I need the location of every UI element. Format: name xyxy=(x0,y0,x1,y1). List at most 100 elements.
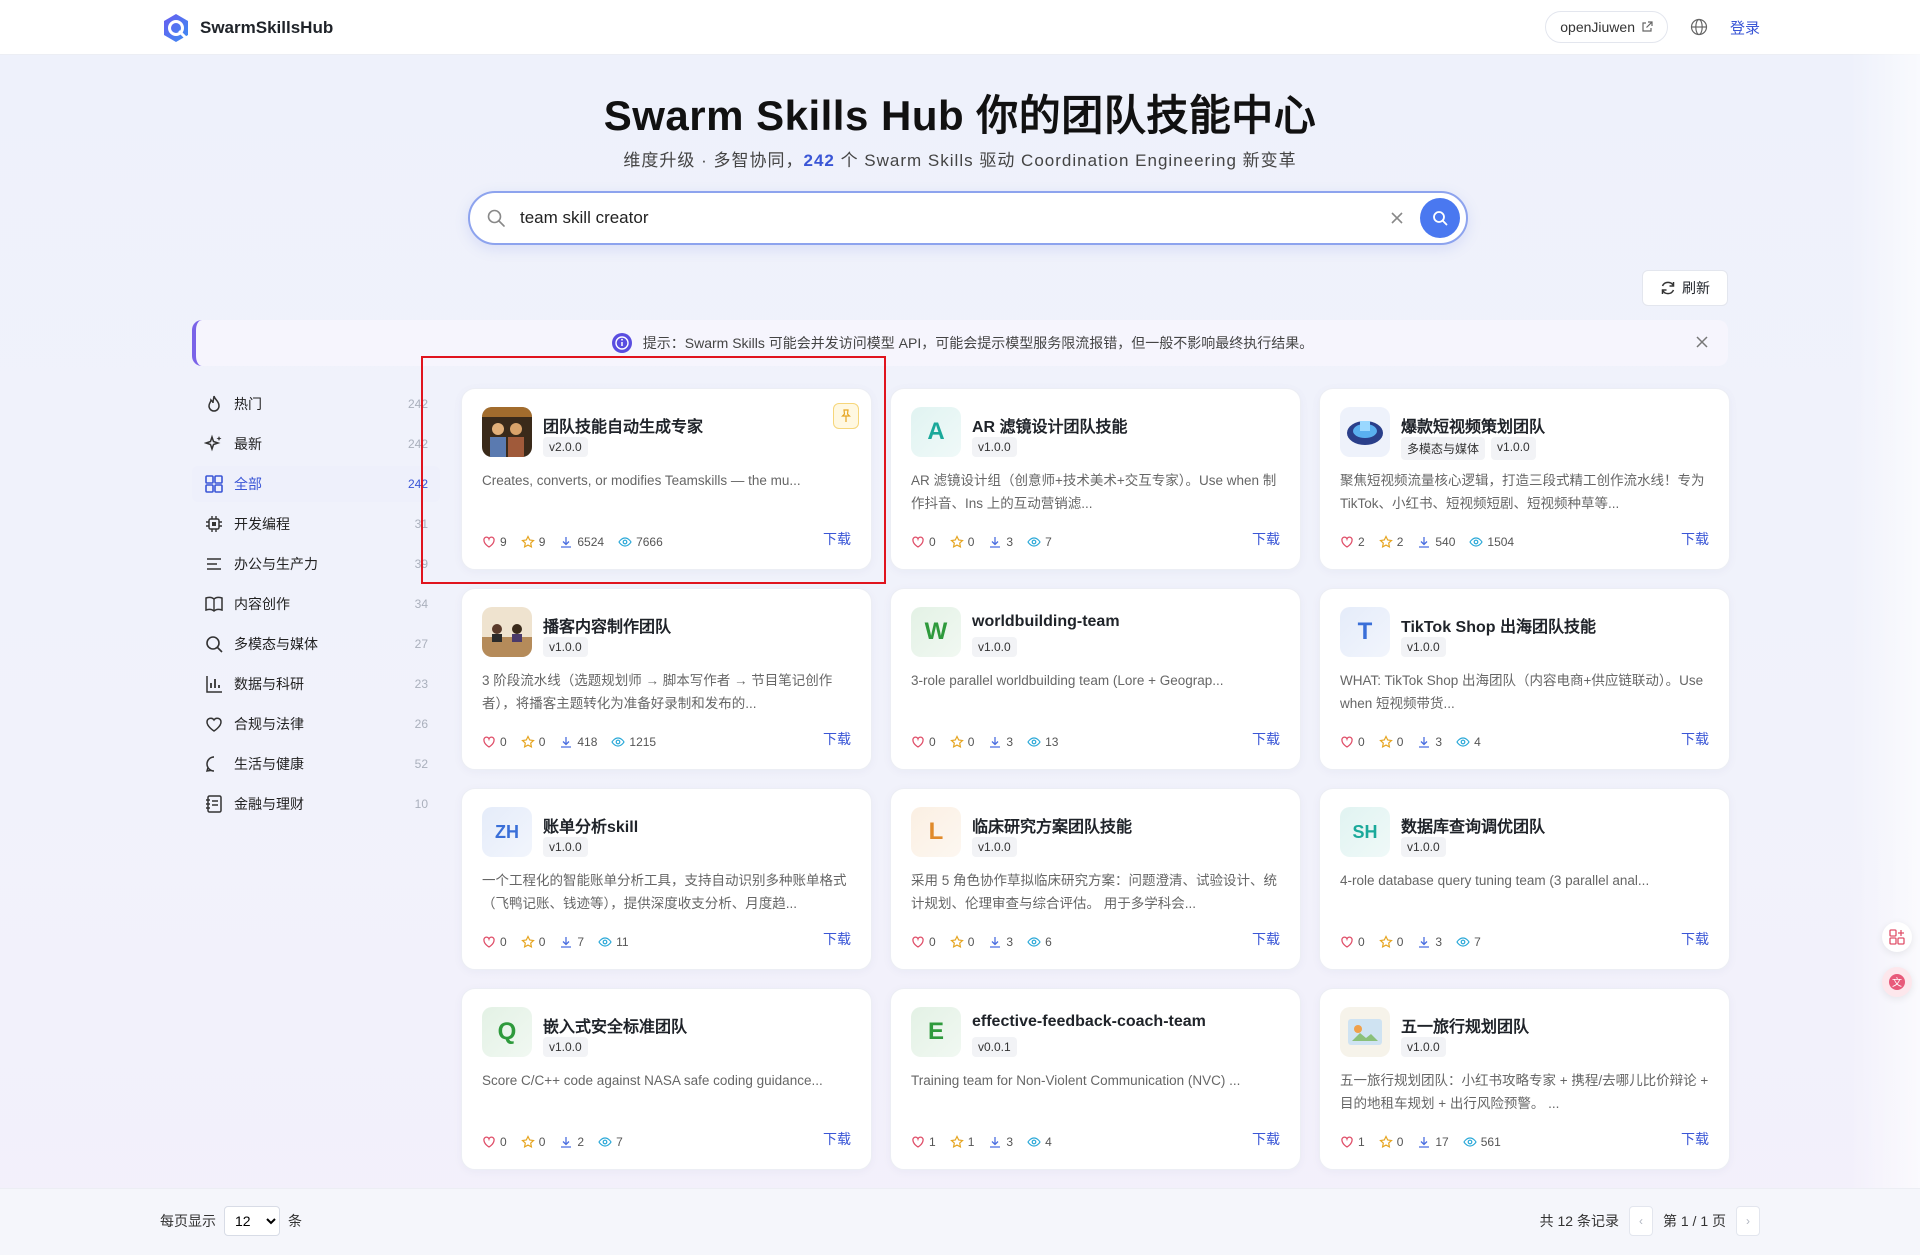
skill-title[interactable]: 五一旅行规划团队 xyxy=(1401,1013,1529,1037)
like-count[interactable]: 0 xyxy=(1340,935,1365,949)
download-button[interactable]: 下载 xyxy=(1252,1129,1280,1149)
download-button[interactable]: 下载 xyxy=(1252,529,1280,549)
star-count[interactable]: 1 xyxy=(949,1135,974,1149)
star-count-value: 0 xyxy=(1396,935,1404,949)
sidebar-category-item[interactable]: 办公与生产力 39 xyxy=(192,546,440,582)
prev-page-button[interactable]: ‹ xyxy=(1628,1206,1653,1236)
like-count[interactable]: 0 xyxy=(911,735,936,749)
openjiuwen-link-button[interactable]: openJiuwen xyxy=(1545,11,1668,43)
skill-title[interactable]: 爆款短视频策划团队 xyxy=(1401,413,1545,437)
skill-title[interactable]: 临床研究方案团队技能 xyxy=(972,813,1132,837)
skill-card[interactable]: SH 数据库查询调优团队 v1.0.0 4-role database quer… xyxy=(1319,788,1730,970)
download-button[interactable]: 下载 xyxy=(1681,729,1709,749)
eye-icon xyxy=(1469,537,1484,547)
skill-title[interactable]: TikTok Shop 出海团队技能 xyxy=(1401,613,1596,637)
like-count[interactable]: 0 xyxy=(911,935,936,949)
skill-card[interactable]: 爆款短视频策划团队 多模态与媒体 v1.0.0 聚焦短视频流量核心逻辑，打造三段式… xyxy=(1319,388,1730,570)
star-icon xyxy=(949,1135,964,1149)
skill-title[interactable]: 嵌入式安全标准团队 xyxy=(543,1013,687,1037)
skill-card[interactable]: Q 嵌入式安全标准团队 v1.0.0 Score C/C++ code agai… xyxy=(461,988,872,1170)
download-button[interactable]: 下载 xyxy=(1681,1129,1709,1149)
skill-title[interactable]: 播客内容制作团队 xyxy=(543,613,671,637)
sidebar-category-item[interactable]: 生活与健康 52 xyxy=(192,746,440,782)
star-count[interactable]: 9 xyxy=(520,535,545,549)
sidebar-category-item[interactable]: 合规与法律 26 xyxy=(192,706,440,742)
download-button[interactable]: 下载 xyxy=(1681,529,1709,549)
download-button[interactable]: 下载 xyxy=(823,929,851,949)
sidebar-category-item[interactable]: 最新 242 xyxy=(192,426,440,462)
skill-card[interactable]: A AR 滤镜设计团队技能 v1.0.0 AR 滤镜设计组（创意师+技术美术+交… xyxy=(890,388,1301,570)
refresh-button[interactable]: 刷新 xyxy=(1642,270,1728,306)
search-input[interactable] xyxy=(520,208,1388,228)
like-count[interactable]: 0 xyxy=(1340,735,1365,749)
pager: 共 12 条记录 ‹ 第 1 / 1 页 › xyxy=(1540,1206,1760,1236)
download-count-value: 540 xyxy=(1435,535,1456,549)
skill-card[interactable]: L 临床研究方案团队技能 v1.0.0 采用 5 角色协作草拟临床研究方案：问题… xyxy=(890,788,1301,970)
per-page-unit: 条 xyxy=(288,1213,302,1229)
star-count[interactable]: 0 xyxy=(949,935,974,949)
star-count[interactable]: 0 xyxy=(1378,1135,1403,1149)
sidebar-category-item[interactable]: 内容创作 34 xyxy=(192,586,440,622)
like-count[interactable]: 0 xyxy=(482,935,507,949)
star-count[interactable]: 0 xyxy=(949,535,974,549)
skill-title[interactable]: effective-feedback-coach-team xyxy=(972,1013,1206,1031)
skill-title[interactable]: worldbuilding-team xyxy=(972,613,1120,631)
search-submit-button[interactable] xyxy=(1420,198,1460,238)
star-count[interactable]: 0 xyxy=(520,735,545,749)
floating-translate-button[interactable]: 文 xyxy=(1882,967,1912,997)
star-count[interactable]: 0 xyxy=(520,935,545,949)
skill-stats: 1 0 17 561 xyxy=(1340,1135,1501,1149)
skill-avatar xyxy=(1340,407,1390,457)
download-button[interactable]: 下载 xyxy=(1681,929,1709,949)
star-count[interactable]: 0 xyxy=(949,735,974,749)
like-count[interactable]: 0 xyxy=(482,1135,507,1149)
like-count[interactable]: 2 xyxy=(1340,535,1365,549)
skill-card[interactable]: W worldbuilding-team v1.0.0 3-role paral… xyxy=(890,588,1301,770)
skill-title[interactable]: 团队技能自动生成专家 xyxy=(543,413,703,437)
sidebar-category-item[interactable]: 金融与理财 10 xyxy=(192,786,440,822)
close-icon[interactable] xyxy=(1694,334,1710,350)
like-count[interactable]: 0 xyxy=(911,535,936,549)
like-count[interactable]: 9 xyxy=(482,535,507,549)
like-icon xyxy=(483,936,495,948)
download-button[interactable]: 下载 xyxy=(823,1129,851,1149)
download-button[interactable]: 下载 xyxy=(1252,929,1280,949)
logo[interactable]: SwarmSkillsHub xyxy=(160,12,333,44)
skill-description: 一个工程化的智能账单分析工具，支持自动识别多种账单格式（飞鸭记账、钱迹等），提供… xyxy=(482,873,847,911)
download-button[interactable]: 下载 xyxy=(1252,729,1280,749)
floating-apps-button[interactable] xyxy=(1882,922,1912,952)
sidebar-category-label: 全部 xyxy=(234,476,262,492)
skill-title[interactable]: 数据库查询调优团队 xyxy=(1401,813,1545,837)
sidebar-category-item[interactable]: 热门 242 xyxy=(192,386,440,422)
star-count[interactable]: 0 xyxy=(520,1135,545,1149)
like-count-value: 9 xyxy=(500,535,507,549)
like-count[interactable]: 1 xyxy=(911,1135,936,1149)
download-button[interactable]: 下载 xyxy=(823,529,851,549)
skill-card[interactable]: 播客内容制作团队 v1.0.0 3 阶段流水线（选题规划师 → 脚本写作者 → … xyxy=(461,588,872,770)
download-button[interactable]: 下载 xyxy=(823,729,851,749)
next-page-button[interactable]: › xyxy=(1736,1206,1760,1236)
per-page-select[interactable]: 12 xyxy=(224,1206,280,1236)
skill-card[interactable]: E effective-feedback-coach-team v0.0.1 T… xyxy=(890,988,1301,1170)
clear-search-icon[interactable] xyxy=(1388,209,1406,227)
view-count-value: 7 xyxy=(616,1135,623,1149)
skill-card[interactable]: ZH 账单分析skill v1.0.0 一个工程化的智能账单分析工具，支持自动识… xyxy=(461,788,872,970)
sidebar-category-item[interactable]: 全部 242 xyxy=(192,466,440,502)
sidebar-category-item[interactable]: 多模态与媒体 27 xyxy=(192,626,440,662)
globe-icon[interactable] xyxy=(1690,18,1708,36)
skill-card[interactable]: 五一旅行规划团队 v1.0.0 五一旅行规划团队：小红书攻略专家 + 携程/去哪… xyxy=(1319,988,1730,1170)
download-icon xyxy=(990,537,1001,548)
skill-card[interactable]: 团队技能自动生成专家 v2.0.0 Creates, converts, or … xyxy=(461,388,872,570)
star-count[interactable]: 2 xyxy=(1378,535,1403,549)
skill-title[interactable]: AR 滤镜设计团队技能 xyxy=(972,413,1128,437)
like-count[interactable]: 0 xyxy=(482,735,507,749)
login-link[interactable]: 登录 xyxy=(1730,17,1760,38)
skill-card[interactable]: T TikTok Shop 出海团队技能 v1.0.0 WHAT: TikTok… xyxy=(1319,588,1730,770)
skill-title[interactable]: 账单分析skill xyxy=(543,813,638,837)
star-count[interactable]: 0 xyxy=(1378,735,1403,749)
like-count-value: 0 xyxy=(929,935,936,949)
sidebar-category-item[interactable]: 开发编程 31 xyxy=(192,506,440,542)
sidebar-category-item[interactable]: 数据与科研 23 xyxy=(192,666,440,702)
like-count[interactable]: 1 xyxy=(1340,1135,1365,1149)
star-count[interactable]: 0 xyxy=(1378,935,1404,949)
